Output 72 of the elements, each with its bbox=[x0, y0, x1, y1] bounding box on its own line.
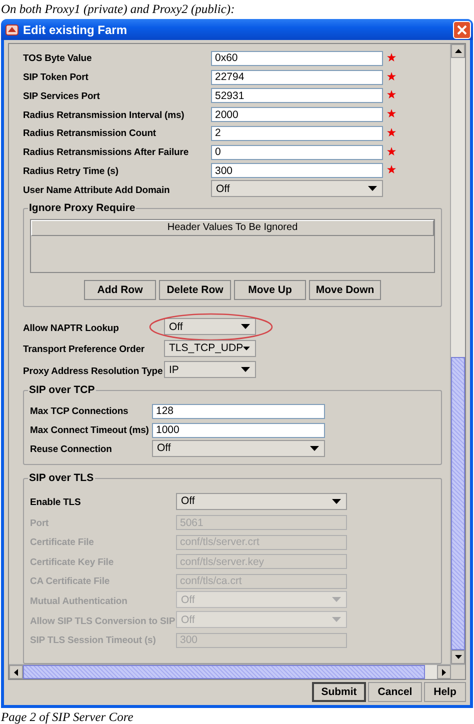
scroll-left-button[interactable] bbox=[9, 665, 23, 679]
right-arrow-icon bbox=[442, 668, 446, 676]
field-label: Radius Retry Time (s) bbox=[23, 166, 118, 177]
scroll-up-button[interactable] bbox=[451, 44, 465, 58]
field-label: Proxy Address Resolution Type bbox=[23, 366, 163, 377]
vertical-scrollbar[interactable] bbox=[450, 44, 465, 664]
window-title: Edit existing Farm bbox=[23, 22, 128, 36]
dropdown[interactable]: Off bbox=[176, 492, 347, 510]
scroll-right-button[interactable] bbox=[437, 665, 451, 679]
caption: Page 2 of SIP Server Core bbox=[0, 709, 134, 724]
dropdown[interactable]: Off bbox=[211, 180, 383, 197]
field-label: Radius Retransmissions After Failure bbox=[23, 147, 189, 158]
table-button[interactable]: Move Up bbox=[234, 280, 306, 300]
dialog-button[interactable]: Cancel bbox=[368, 682, 422, 702]
text-field[interactable]: 22794 bbox=[211, 70, 383, 85]
field-label: Max Connect Timeout (ms) bbox=[30, 425, 149, 436]
column-header[interactable]: Header Values To Be Ignored bbox=[31, 220, 434, 236]
field-label: Mutual Authentication bbox=[30, 596, 128, 607]
field-label: SIP Token Port bbox=[23, 72, 88, 84]
group-title: SIP over TLS bbox=[28, 472, 95, 484]
text-field[interactable]: 2000 bbox=[211, 107, 383, 122]
text-field[interactable]: 128 bbox=[152, 404, 325, 419]
text-field[interactable]: 300 bbox=[211, 163, 383, 178]
horizontal-scrollbar[interactable] bbox=[9, 664, 465, 679]
dropdown[interactable]: TLS_TCP_UDP bbox=[164, 340, 256, 357]
field-label: TOS Byte Value bbox=[23, 53, 92, 64]
text-field[interactable]: 0x60 bbox=[211, 50, 383, 66]
text-field[interactable]: 52931 bbox=[211, 88, 383, 104]
down-arrow-icon bbox=[454, 655, 462, 659]
caret-icon bbox=[332, 498, 341, 504]
field-label: Enable TLS bbox=[30, 497, 81, 508]
left-arrow-icon bbox=[14, 668, 18, 676]
caret-icon bbox=[241, 324, 250, 330]
field-label: Reuse Connection bbox=[30, 444, 112, 456]
field-label: Allow SIP TLS Conversion to SIP bbox=[30, 616, 176, 627]
close-icon bbox=[457, 24, 467, 34]
text-field[interactable]: 2 bbox=[211, 126, 383, 141]
caret-icon bbox=[241, 367, 250, 372]
app-icon bbox=[5, 22, 19, 36]
dropdown[interactable]: Off bbox=[152, 440, 325, 457]
caret-icon bbox=[243, 346, 250, 351]
field-label: User Name Attribute Add Domain bbox=[23, 184, 170, 196]
field-label: SIP TLS Session Timeout (s) bbox=[30, 635, 156, 646]
dialog-button[interactable]: Help bbox=[424, 682, 466, 702]
scroll-down-button[interactable] bbox=[451, 650, 465, 664]
caret-icon bbox=[310, 446, 319, 451]
caption: On both Proxy1 (private) and Proxy2 (public): bbox=[0, 1, 235, 18]
text-field[interactable]: 1000 bbox=[152, 422, 325, 438]
field-label: Allow NAPTR Lookup bbox=[23, 322, 119, 334]
field-label: SIP Services Port bbox=[23, 90, 100, 102]
caret-icon bbox=[332, 617, 341, 622]
group-title: SIP over TCP bbox=[28, 384, 96, 396]
caret-icon bbox=[368, 186, 377, 191]
close-button[interactable] bbox=[453, 20, 471, 38]
field-label: Radius Retransmission Interval (ms) bbox=[23, 110, 184, 121]
text-field[interactable]: 0 bbox=[211, 144, 383, 160]
up-arrow-icon bbox=[454, 49, 462, 53]
dropdown[interactable]: Off bbox=[164, 318, 256, 336]
field-label: Certificate File bbox=[30, 537, 94, 548]
field-label: Port bbox=[30, 518, 49, 529]
field-label: Certificate Key File bbox=[30, 556, 114, 568]
dropdown[interactable]: IP bbox=[164, 361, 256, 378]
table-button[interactable]: Move Down bbox=[309, 280, 381, 300]
field-label: Transport Preference Order bbox=[23, 344, 144, 356]
table-button[interactable]: Delete Row bbox=[159, 280, 231, 300]
dialog-button[interactable]: Submit bbox=[312, 682, 366, 702]
field-label: CA Certificate File bbox=[30, 576, 110, 588]
field-label: Max TCP Connections bbox=[30, 406, 128, 418]
field-label: Radius Retransmission Count bbox=[23, 128, 156, 140]
caret-icon bbox=[332, 597, 341, 602]
table-button[interactable]: Add Row bbox=[84, 280, 156, 300]
group-title: Ignore Proxy Require bbox=[28, 202, 136, 214]
